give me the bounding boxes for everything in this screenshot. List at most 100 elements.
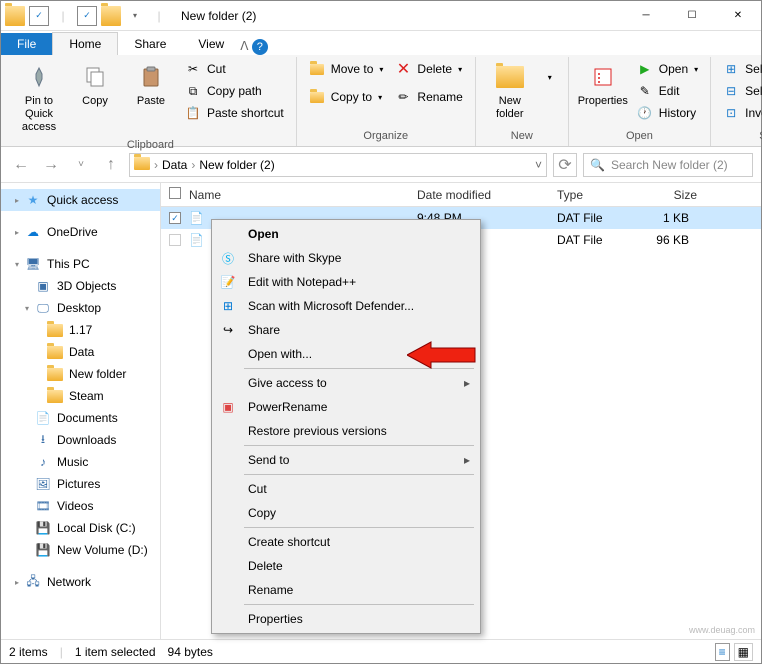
column-size[interactable]: Size: [637, 188, 697, 202]
ctx-delete[interactable]: Delete: [214, 554, 478, 578]
ctx-share-skype[interactable]: ⓈShare with Skype: [214, 246, 478, 270]
group-select-label: Select: [719, 128, 762, 144]
chevron-right-icon: ▸: [464, 453, 470, 467]
tab-view[interactable]: View: [182, 33, 240, 55]
history-button[interactable]: 🕐History: [633, 103, 702, 123]
ctx-cut[interactable]: Cut: [214, 477, 478, 501]
column-name[interactable]: Name: [189, 188, 417, 202]
address-bar[interactable]: › Data › New folder (2) ˅: [129, 153, 547, 177]
delete-button[interactable]: ✕Delete▾: [391, 59, 466, 79]
sidebar-music[interactable]: ♪Music: [1, 451, 160, 473]
sidebar-desktop[interactable]: ▾🖵Desktop: [1, 297, 160, 319]
skype-icon: Ⓢ: [218, 250, 238, 266]
breadcrumb[interactable]: › Data › New folder (2): [154, 158, 531, 172]
sidebar-new-volume-d[interactable]: 💾New Volume (D:): [1, 539, 160, 561]
ctx-restore[interactable]: Restore previous versions: [214, 419, 478, 443]
breadcrumb-seg1[interactable]: Data: [162, 158, 187, 172]
copy-button[interactable]: Copy: [69, 59, 121, 110]
disk-icon: 💾: [35, 542, 51, 558]
ctx-give-access[interactable]: Give access to▸: [214, 371, 478, 395]
history-icon: 🕐: [637, 105, 653, 121]
copy-to-icon: [309, 89, 325, 105]
breadcrumb-seg2[interactable]: New folder (2): [199, 158, 274, 172]
sidebar-onedrive[interactable]: ▸☁OneDrive: [1, 221, 160, 243]
delete-icon: ✕: [395, 61, 411, 77]
ctx-open[interactable]: Open: [214, 222, 478, 246]
move-to-icon: [309, 61, 325, 77]
sidebar-quick-access[interactable]: ▸★Quick access: [1, 189, 160, 211]
back-button[interactable]: ←: [9, 153, 33, 177]
open-icon: ▶: [637, 61, 653, 77]
sidebar-videos[interactable]: 🎞Videos: [1, 495, 160, 517]
sidebar-documents[interactable]: 📄Documents: [1, 407, 160, 429]
sidebar-folder-1[interactable]: 1.17: [1, 319, 160, 341]
paste-button[interactable]: Paste: [125, 59, 177, 110]
view-details-button[interactable]: ≡: [715, 643, 730, 661]
pin-quick-access-button[interactable]: Pin to Quick access: [13, 59, 65, 137]
sidebar-downloads[interactable]: ⭳Downloads: [1, 429, 160, 451]
invert-selection-button[interactable]: ⊡Invert selection: [719, 103, 762, 123]
share-icon: ↪: [218, 322, 238, 338]
cut-button[interactable]: ✂Cut: [181, 59, 288, 79]
disk-icon: 💾: [35, 520, 51, 536]
copy-path-button[interactable]: ⧉Copy path: [181, 81, 288, 101]
collapse-ribbon-icon[interactable]: ᐱ: [240, 39, 248, 53]
address-dropdown-icon[interactable]: ˅: [535, 158, 542, 172]
properties-button[interactable]: Properties: [577, 59, 629, 110]
ctx-power-rename[interactable]: ▣PowerRename: [214, 395, 478, 419]
ctx-rename[interactable]: Rename: [214, 578, 478, 602]
watermark: www.deuag.com: [689, 625, 755, 635]
ctx-properties[interactable]: Properties: [214, 607, 478, 631]
sidebar-folder-3[interactable]: New folder: [1, 363, 160, 385]
sidebar-this-pc[interactable]: ▾🖥This PC: [1, 253, 160, 275]
maximize-button[interactable]: ☐: [669, 1, 715, 31]
column-date[interactable]: Date modified: [417, 188, 557, 202]
copy-to-button[interactable]: Copy to▾: [305, 87, 388, 107]
qat-checkbox-2[interactable]: ✓: [77, 6, 97, 26]
ctx-scan-defender[interactable]: ⊞Scan with Microsoft Defender...: [214, 294, 478, 318]
refresh-button[interactable]: ⟳: [553, 153, 577, 177]
tab-share[interactable]: Share: [118, 33, 182, 55]
select-none-button[interactable]: ⊟Select none: [719, 81, 762, 101]
tab-home[interactable]: Home: [52, 32, 118, 55]
new-item-button[interactable]: ▾: [540, 59, 560, 95]
search-input[interactable]: 🔍 Search New folder (2): [583, 153, 753, 177]
sidebar-network[interactable]: ▸🖧Network: [1, 571, 160, 593]
qat-checkbox-1[interactable]: ✓: [29, 6, 49, 26]
tab-file[interactable]: File: [1, 33, 52, 55]
ctx-edit-notepad[interactable]: 📝Edit with Notepad++: [214, 270, 478, 294]
help-icon[interactable]: ?: [252, 39, 268, 55]
folder-icon: [47, 344, 63, 360]
forward-button[interactable]: →: [39, 153, 63, 177]
ctx-share[interactable]: ↪Share: [214, 318, 478, 342]
view-icons-button[interactable]: ▦: [734, 643, 753, 661]
qat-dropdown[interactable]: ▾: [125, 6, 145, 26]
properties-icon: [587, 61, 619, 93]
search-placeholder: Search New folder (2): [611, 158, 728, 172]
select-all-button[interactable]: ⊞Select all: [719, 59, 762, 79]
up-button[interactable]: ↑: [99, 153, 123, 177]
ctx-create-shortcut[interactable]: Create shortcut: [214, 530, 478, 554]
ctx-send-to[interactable]: Send to▸: [214, 448, 478, 472]
sidebar-pictures[interactable]: 🖼Pictures: [1, 473, 160, 495]
close-button[interactable]: ✕: [715, 1, 761, 31]
sidebar-local-disk-c[interactable]: 💾Local Disk (C:): [1, 517, 160, 539]
move-to-button[interactable]: Move to▾: [305, 59, 388, 79]
edit-button[interactable]: ✎Edit: [633, 81, 702, 101]
sidebar-folder-4[interactable]: Steam: [1, 385, 160, 407]
new-folder-button[interactable]: New folder: [484, 59, 536, 123]
minimize-button[interactable]: ─: [623, 1, 669, 31]
sidebar-3d-objects[interactable]: ▣3D Objects: [1, 275, 160, 297]
paste-shortcut-button[interactable]: 📋Paste shortcut: [181, 103, 288, 123]
select-none-icon: ⊟: [723, 83, 739, 99]
rename-button[interactable]: ✏Rename: [391, 87, 466, 107]
select-all-icon: ⊞: [723, 61, 739, 77]
open-button[interactable]: ▶Open▾: [633, 59, 702, 79]
recent-dropdown[interactable]: ˅: [69, 153, 93, 177]
edit-icon: ✎: [637, 83, 653, 99]
sidebar-folder-2[interactable]: Data: [1, 341, 160, 363]
column-type[interactable]: Type: [557, 188, 637, 202]
ctx-copy[interactable]: Copy: [214, 501, 478, 525]
group-organize-label: Organize: [305, 128, 467, 144]
column-checkbox[interactable]: [169, 187, 189, 202]
